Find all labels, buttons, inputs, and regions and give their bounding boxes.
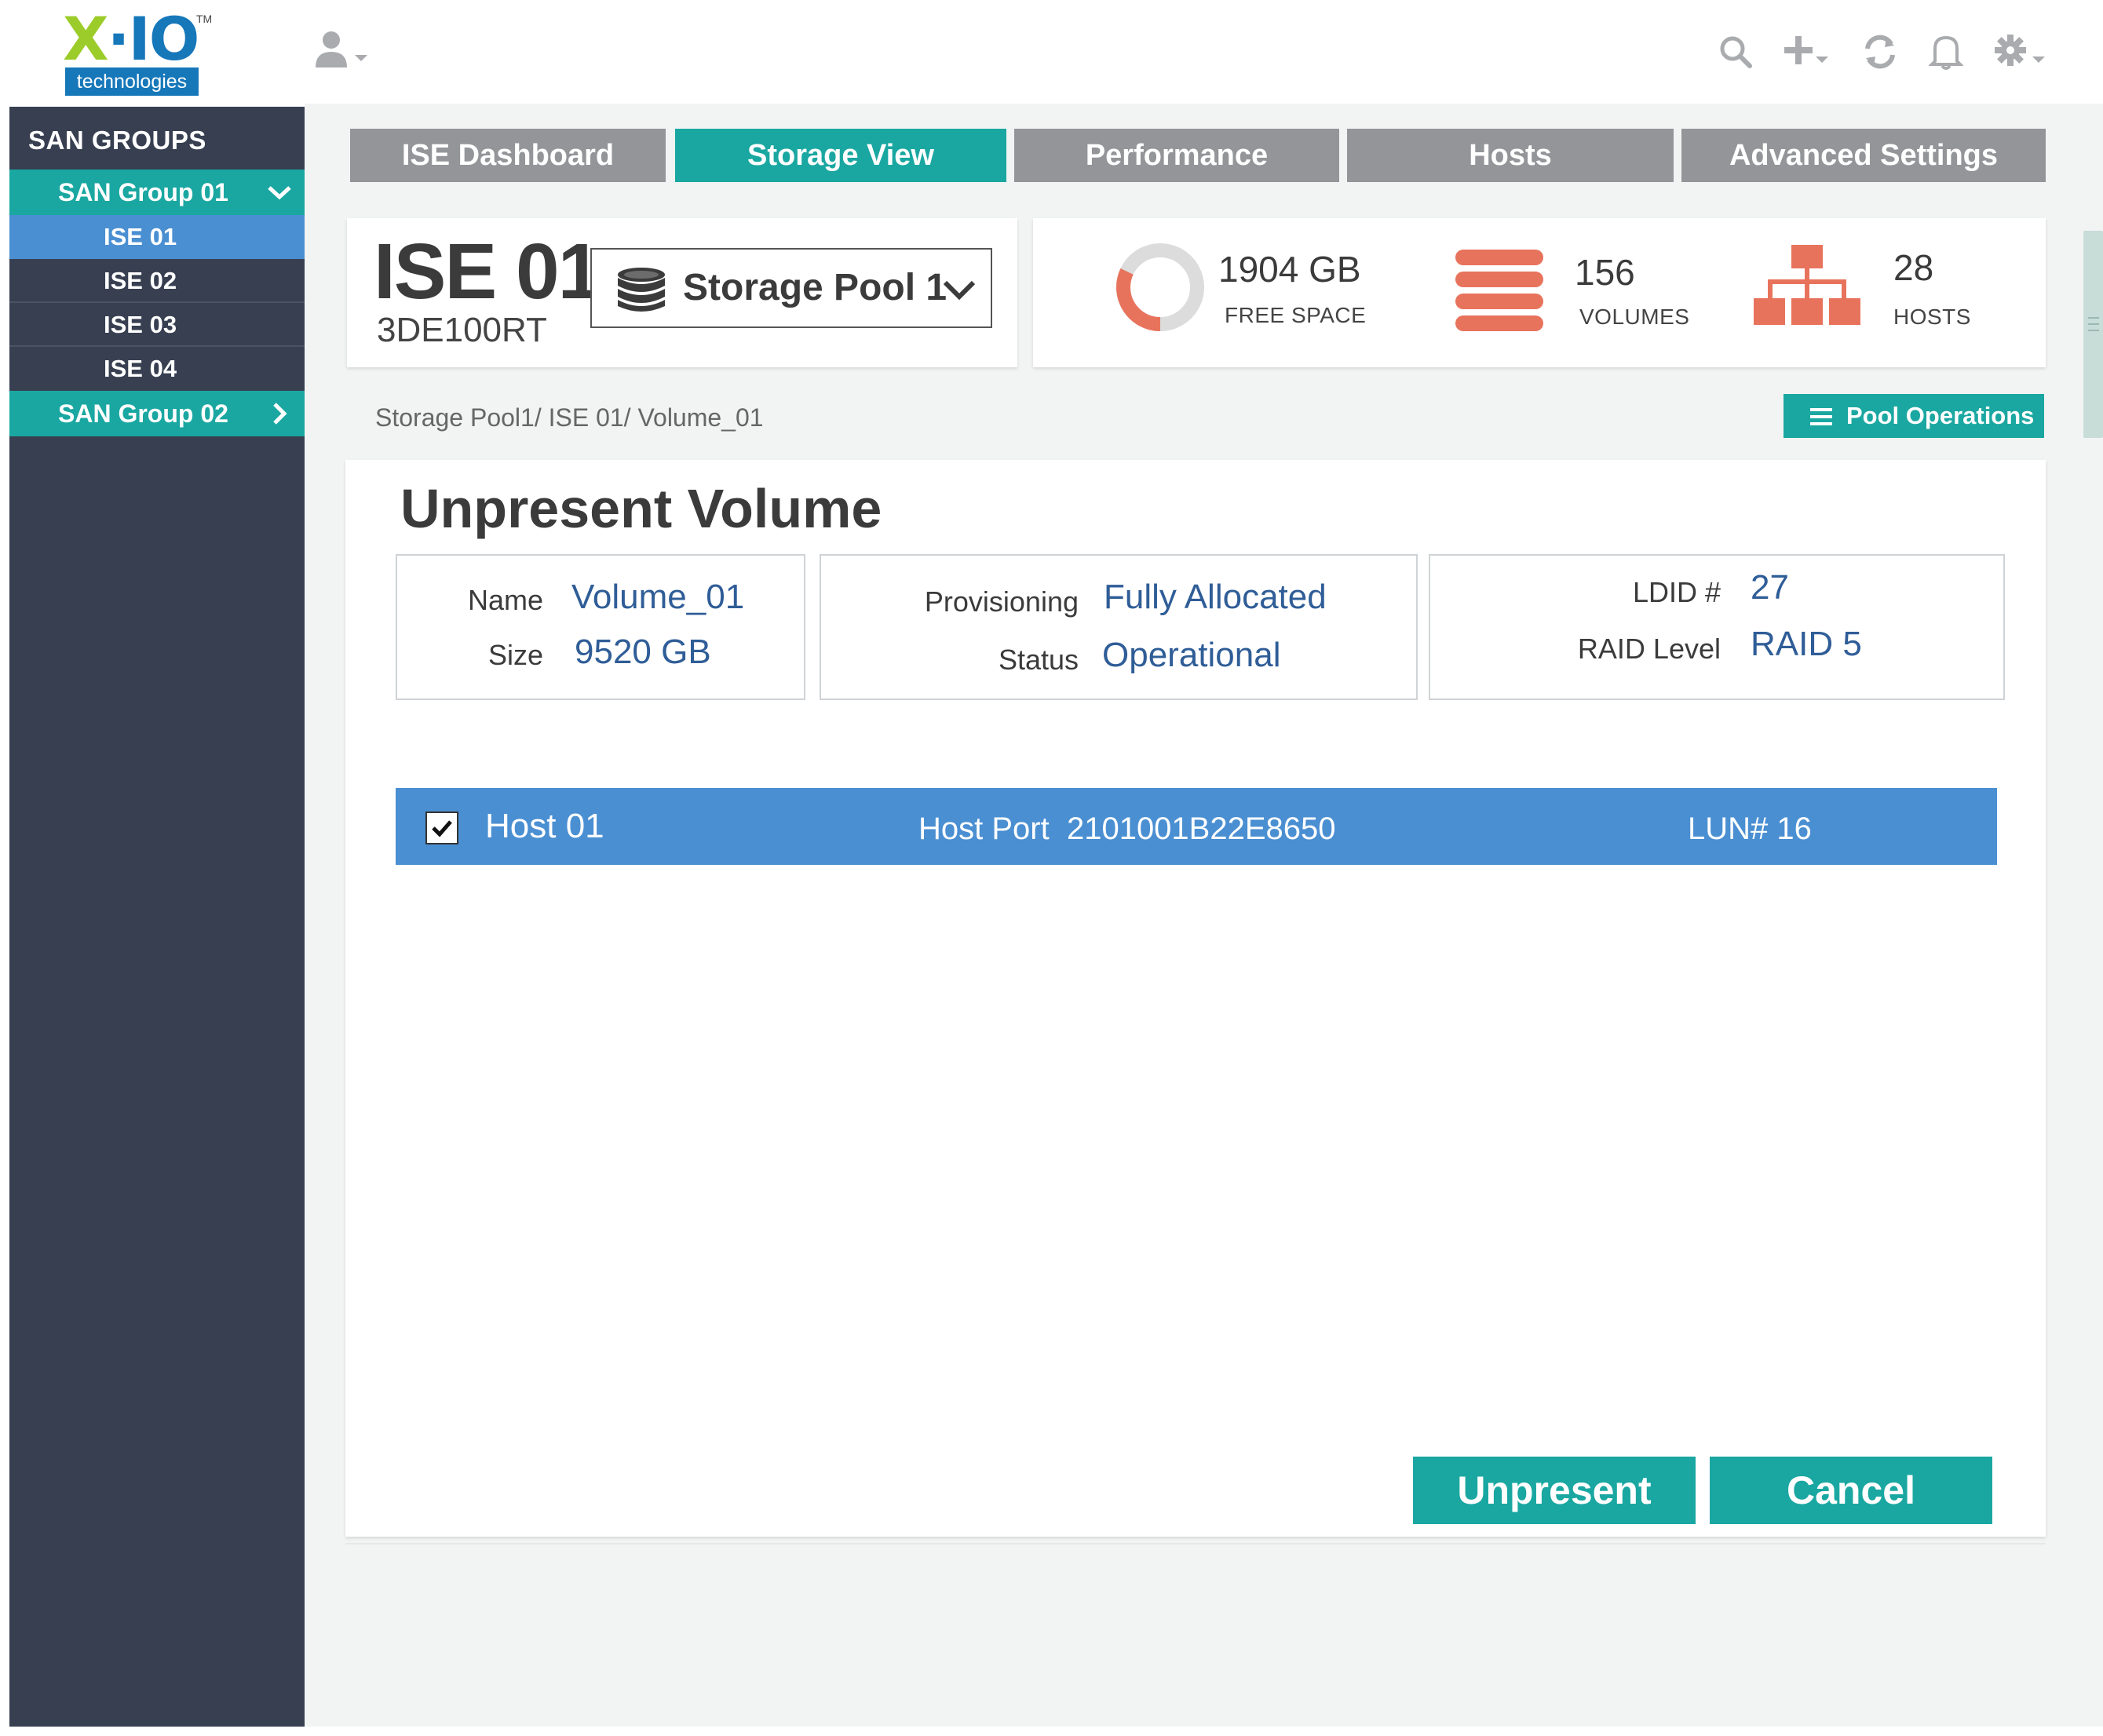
free-space-label: FREE SPACE	[1225, 303, 1367, 327]
xio-logo[interactable]: X·IO TM technologies	[63, 4, 212, 96]
host-port: Host Port 2101001B22E8650	[918, 788, 1336, 870]
vertical-scrollbar[interactable]	[2082, 104, 2103, 1727]
status-value: Operational	[1102, 636, 1281, 674]
user-icon	[316, 31, 367, 67]
pool-operations-label: Pool Operations	[1846, 402, 2035, 429]
logo-trademark: TM	[196, 13, 213, 25]
size-value: 9520 GB	[575, 633, 711, 671]
ise-name: ISE 01	[374, 228, 601, 315]
menu-icon	[1810, 408, 1832, 425]
volumes-label: VOLUMES	[1579, 305, 1690, 329]
hosts-value: 28	[1893, 247, 1934, 288]
tab-ise-dashboard[interactable]: ISE Dashboard	[350, 129, 666, 182]
refresh-button[interactable]	[1863, 30, 1897, 74]
search-button[interactable]	[1718, 30, 1753, 74]
sidebar-item-ise-03[interactable]: ISE 03	[9, 303, 305, 347]
logo-mark: X·IO	[63, 4, 199, 74]
san-groups-sidebar: SAN GROUPS SAN Group 01 ISE 01 ISE 02 IS…	[9, 107, 305, 1727]
checkmark-icon	[432, 820, 452, 837]
sidebar-group-label: SAN Group 02	[58, 399, 228, 428]
stats-card: 1904 GB FREE SPACE 156 VOLUMES 28 HOSTS	[1033, 218, 2046, 367]
ldid-label: LDID #	[1632, 576, 1721, 608]
ldid-value: 27	[1751, 568, 1789, 607]
tab-storage-view[interactable]: Storage View	[675, 129, 1006, 182]
main-content: ISE Dashboard Storage View Performance H…	[305, 104, 2082, 1727]
ise-serial: 3DE100RT	[377, 311, 547, 349]
settings-menu-button[interactable]	[1995, 30, 2048, 74]
chevron-down-icon	[943, 280, 976, 301]
volumes-icon	[1455, 250, 1543, 331]
search-icon	[1720, 36, 1752, 68]
tab-hosts[interactable]: Hosts	[1347, 129, 1674, 182]
database-icon	[618, 268, 665, 312]
host-name: Host 01	[485, 807, 604, 845]
storage-pool-select-value: Storage Pool 1	[683, 267, 947, 308]
chevron-right-icon	[267, 391, 292, 436]
cancel-button[interactable]: Cancel	[1710, 1457, 1992, 1524]
hosts-hierarchy-icon	[1754, 245, 1860, 325]
user-menu[interactable]	[314, 30, 377, 74]
sidebar-group-label: SAN Group 01	[58, 178, 228, 206]
volume-provisioning-status-box: Provisioning Fully Allocated Status Oper…	[820, 554, 1418, 700]
raid-level-value: RAID 5	[1751, 625, 1862, 663]
name-value: Volume_01	[571, 578, 745, 616]
unpresent-volume-panel: Unpresent Volume Name Volume_01 Size 952…	[345, 460, 2046, 1545]
sidebar-item-ise-04[interactable]: ISE 04	[9, 347, 305, 391]
host-port-label: Host Port	[918, 811, 1050, 846]
gear-icon	[1995, 35, 2045, 66]
provisioning-value: Fully Allocated	[1104, 578, 1327, 616]
bell-icon	[1929, 35, 1963, 70]
host-lun: LUN# 16	[1688, 811, 1812, 846]
tab-performance[interactable]: Performance	[1014, 129, 1339, 182]
ise-summary-card: ISE 01 3DE100RT Storage Pool 1	[347, 218, 1017, 367]
hosts-label: HOSTS	[1893, 305, 1971, 329]
sidebar-item-ise-02[interactable]: ISE 02	[9, 259, 305, 303]
refresh-icon	[1865, 35, 1895, 69]
sidebar-item-ise-01[interactable]: ISE 01	[9, 215, 305, 259]
panel-title: Unpresent Volume	[400, 478, 882, 539]
scrollbar-thumb[interactable]	[2083, 231, 2103, 438]
main-tabs: ISE Dashboard Storage View Performance H…	[350, 129, 2046, 182]
name-label: Name	[467, 584, 543, 616]
top-toolbar	[1718, 28, 2048, 75]
size-label: Size	[487, 639, 543, 671]
top-bar: X·IO TM technologies	[0, 0, 2103, 104]
host-port-value: 2101001B22E8650	[1066, 811, 1336, 846]
notifications-button[interactable]	[1929, 30, 1963, 74]
host-checkbox[interactable]	[425, 811, 458, 844]
volume-name-size-box: Name Volume_01 Size 9520 GB	[396, 554, 805, 700]
volume-ldid-raid-box: LDID # 27 RAID Level RAID 5	[1429, 554, 2005, 700]
host-row[interactable]: Host 01 Host Port 2101001B22E8650 LUN# 1…	[396, 788, 1997, 865]
sidebar-title: SAN GROUPS	[28, 126, 206, 155]
sidebar-group-san-group-01[interactable]: SAN Group 01	[9, 170, 305, 215]
pool-operations-button[interactable]: Pool Operations	[1784, 394, 2044, 438]
free-space-value: 1904 GB	[1218, 249, 1361, 290]
breadcrumb[interactable]: Storage Pool1/ ISE 01/ Volume_01	[375, 403, 764, 432]
volumes-value: 156	[1575, 252, 1635, 293]
tab-advanced-settings[interactable]: Advanced Settings	[1681, 129, 2046, 182]
logo-subtitle: technologies	[65, 67, 199, 96]
status-label: Status	[998, 644, 1079, 676]
provisioning-label: Provisioning	[924, 585, 1079, 618]
raid-level-label: RAID Level	[1577, 633, 1721, 665]
free-space-donut	[1116, 243, 1204, 331]
storage-pool-select[interactable]: Storage Pool 1	[590, 248, 992, 328]
plus-icon	[1784, 36, 1828, 64]
sidebar-group-san-group-02[interactable]: SAN Group 02	[9, 391, 305, 436]
add-menu-button[interactable]	[1784, 30, 1831, 74]
chevron-down-icon	[267, 170, 292, 215]
unpresent-button[interactable]: Unpresent	[1413, 1457, 1696, 1524]
panel-divider	[345, 1543, 2046, 1545]
